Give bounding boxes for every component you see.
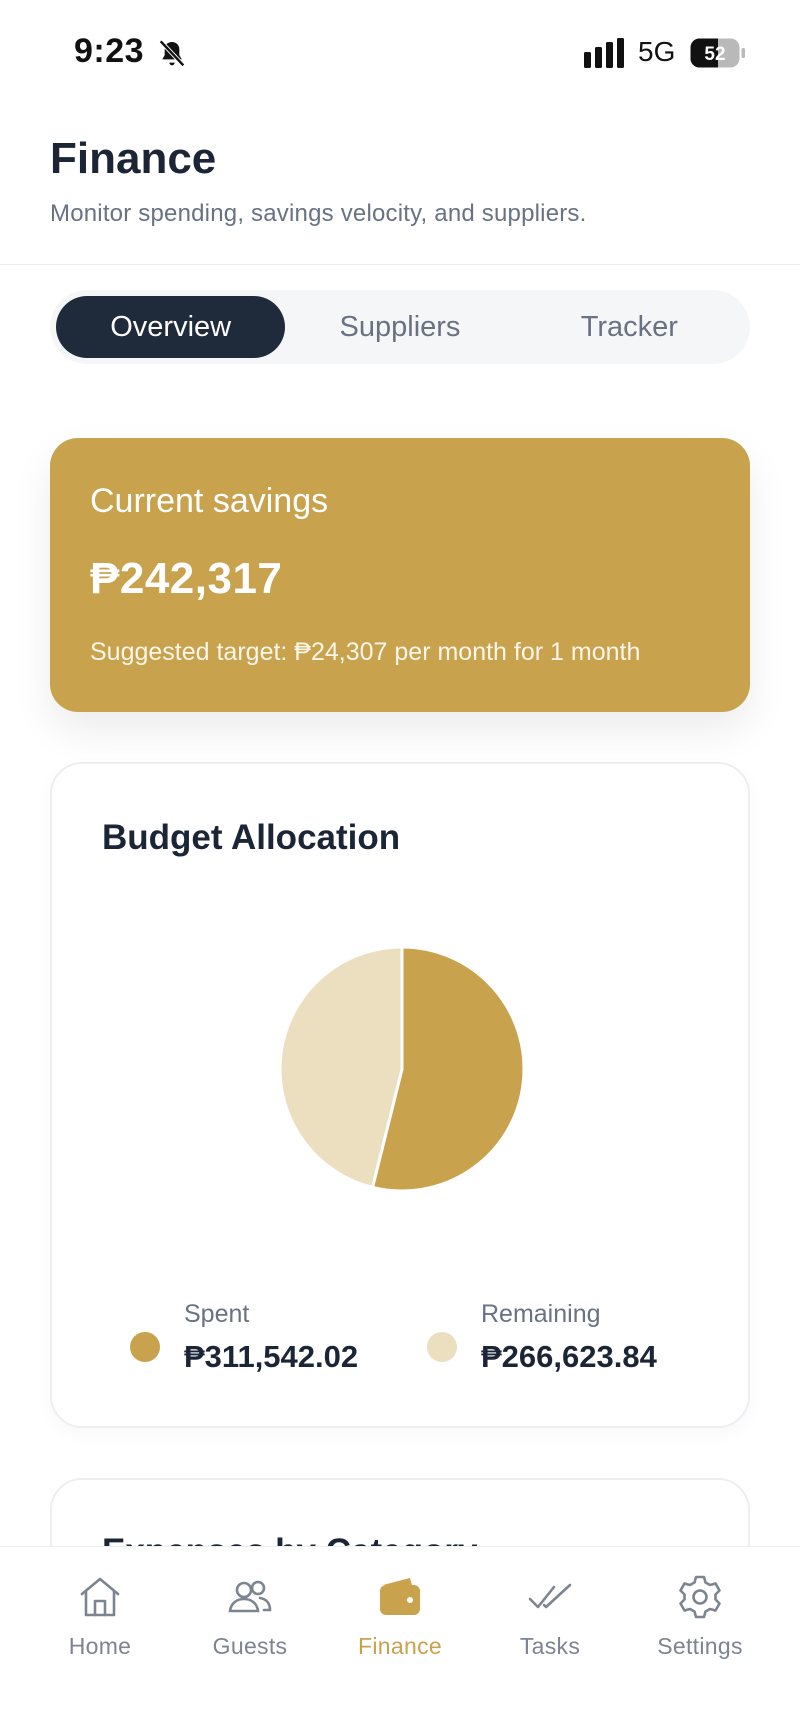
legend-dot-remaining (427, 1332, 457, 1362)
budget-allocation-card: Budget Allocation Spent ₱311,542.02 Rema… (50, 762, 750, 1428)
tab-overview[interactable]: Overview (56, 296, 286, 358)
nav-finance[interactable]: Finance (330, 1547, 470, 1731)
status-bar: 9:23 5G 52 (0, 0, 800, 100)
nav-settings[interactable]: Settings (630, 1547, 770, 1731)
legend-spent: Spent ₱311,542.02 (130, 1300, 358, 1375)
nav-settings-label: Settings (657, 1633, 743, 1659)
savings-target-note: Suggested target: ₱24,307 per month for … (90, 638, 641, 666)
home-icon (80, 1577, 120, 1617)
page-title: Finance (50, 134, 217, 183)
nav-guests[interactable]: Guests (180, 1547, 320, 1731)
legend-dot-spent (130, 1332, 160, 1362)
legend-value-spent: ₱311,542.02 (184, 1339, 359, 1374)
legend-label-spent: Spent (184, 1300, 250, 1328)
bottom-nav: Home Guests Finance Tasks Settings (0, 1546, 800, 1731)
battery-icon: 52 (690, 38, 745, 68)
nav-tasks[interactable]: Tasks (480, 1547, 620, 1731)
gear-icon (679, 1575, 721, 1619)
battery-level: 52 (704, 44, 725, 65)
page-subtitle: Monitor spending, savings velocity, and … (50, 200, 587, 227)
legend-label-remaining: Remaining (481, 1300, 601, 1328)
legend-remaining: Remaining ₱266,623.84 (427, 1300, 657, 1375)
tab-tracker[interactable]: Tracker (515, 296, 744, 358)
segmented-tabs: Overview Suppliers Tracker (50, 290, 750, 364)
budget-pie-chart (278, 945, 526, 1193)
nav-finance-label: Finance (358, 1633, 442, 1659)
network-type: 5G (638, 36, 676, 67)
users-icon (228, 1580, 272, 1613)
nav-guests-label: Guests (212, 1633, 288, 1659)
cellular-signal-icon (584, 38, 624, 68)
nav-home-label: Home (68, 1633, 132, 1659)
savings-amount: ₱242,317 (90, 554, 283, 603)
savings-label: Current savings (90, 482, 329, 520)
budget-title: Budget Allocation (102, 818, 401, 857)
bell-muted-icon (159, 39, 185, 67)
nav-home[interactable]: Home (30, 1547, 170, 1731)
double-check-icon (528, 1583, 572, 1609)
legend-value-remaining: ₱266,623.84 (481, 1339, 657, 1374)
wallet-icon (380, 1578, 420, 1615)
header-divider (0, 264, 800, 265)
tab-suppliers[interactable]: Suppliers (285, 296, 514, 358)
nav-tasks-label: Tasks (519, 1633, 581, 1659)
status-time: 9:23 (74, 32, 145, 70)
current-savings-card: Current savings ₱242,317 Suggested targe… (50, 438, 750, 712)
